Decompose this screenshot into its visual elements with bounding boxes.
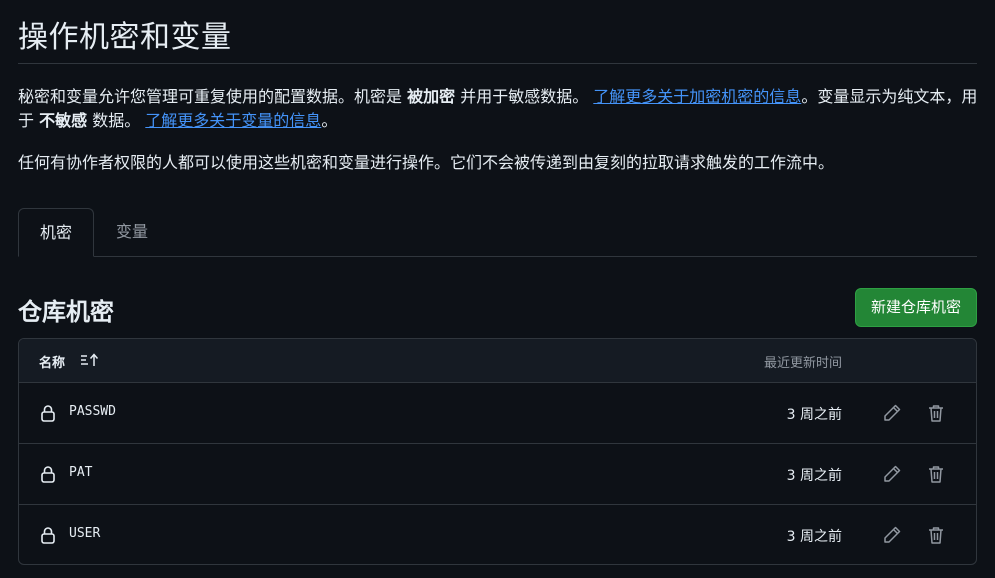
learn-more-secrets-link[interactable]: 了解更多关于加密机密的信息 (593, 87, 801, 106)
secret-name: PAT (69, 465, 93, 480)
collaborator-note: 任何有协作者权限的人都可以使用这些机密和变量进行操作。它们不会被传递到由复刻的拉… (18, 153, 835, 172)
tab-bar: 机密 变量 (18, 208, 977, 257)
trash-icon[interactable] (926, 464, 946, 484)
column-header-name: 名称 (39, 356, 66, 371)
lock-icon (41, 527, 55, 544)
pencil-icon[interactable] (882, 464, 902, 484)
secret-updated-time: 3 周之前 (786, 407, 842, 423)
description-bold-nonsensitive: 不敏感 (39, 111, 88, 130)
secret-name: USER (69, 526, 101, 541)
pencil-icon[interactable] (882, 403, 902, 423)
table-row: PASSWD 3 周之前 (19, 383, 976, 444)
page-title: 操作机密和变量 (18, 20, 232, 55)
lock-icon (41, 405, 55, 422)
description-bold-encrypted: 被加密 (407, 87, 456, 106)
secrets-page: 操作机密和变量 秘密和变量允许您管理可重复使用的配置数据。机密是 被加密 并用于… (0, 0, 995, 578)
sort-ascending-icon[interactable] (79, 352, 99, 368)
table-row: USER 3 周之前 (19, 505, 976, 564)
description-text: 并用于敏感数据。 (455, 87, 594, 106)
lock-icon (41, 466, 55, 483)
column-header-updated: 最近更新时间 (763, 356, 842, 371)
pencil-icon[interactable] (882, 525, 902, 545)
secret-updated-time: 3 周之前 (786, 529, 842, 545)
description-text: 秘密和变量允许您管理可重复使用的配置数据。机密是 (18, 87, 408, 106)
secret-updated-time: 3 周之前 (786, 468, 842, 484)
learn-more-variables-link[interactable]: 了解更多关于变量的信息 (145, 111, 321, 130)
new-repository-secret-button[interactable]: 新建仓库机密 (854, 288, 977, 327)
table-header: 名称 最近更新时间 (19, 339, 976, 383)
secrets-table: 名称 最近更新时间 PASSWD 3 周之前 PAT 3 周之前 USER 3 … (18, 338, 977, 565)
title-divider (18, 63, 977, 64)
tab-variables[interactable]: 变量 (96, 208, 168, 257)
secret-name: PASSWD (69, 404, 116, 419)
description-text: 。 (321, 111, 338, 130)
tab-secrets[interactable]: 机密 (18, 208, 94, 257)
section-title: 仓库机密 (18, 298, 114, 326)
description-text: 数据。 (87, 111, 146, 130)
trash-icon[interactable] (926, 403, 946, 423)
trash-icon[interactable] (926, 525, 946, 545)
description-paragraph: 秘密和变量允许您管理可重复使用的配置数据。机密是 被加密 并用于敏感数据。 了解… (18, 85, 981, 133)
table-row: PAT 3 周之前 (19, 444, 976, 505)
